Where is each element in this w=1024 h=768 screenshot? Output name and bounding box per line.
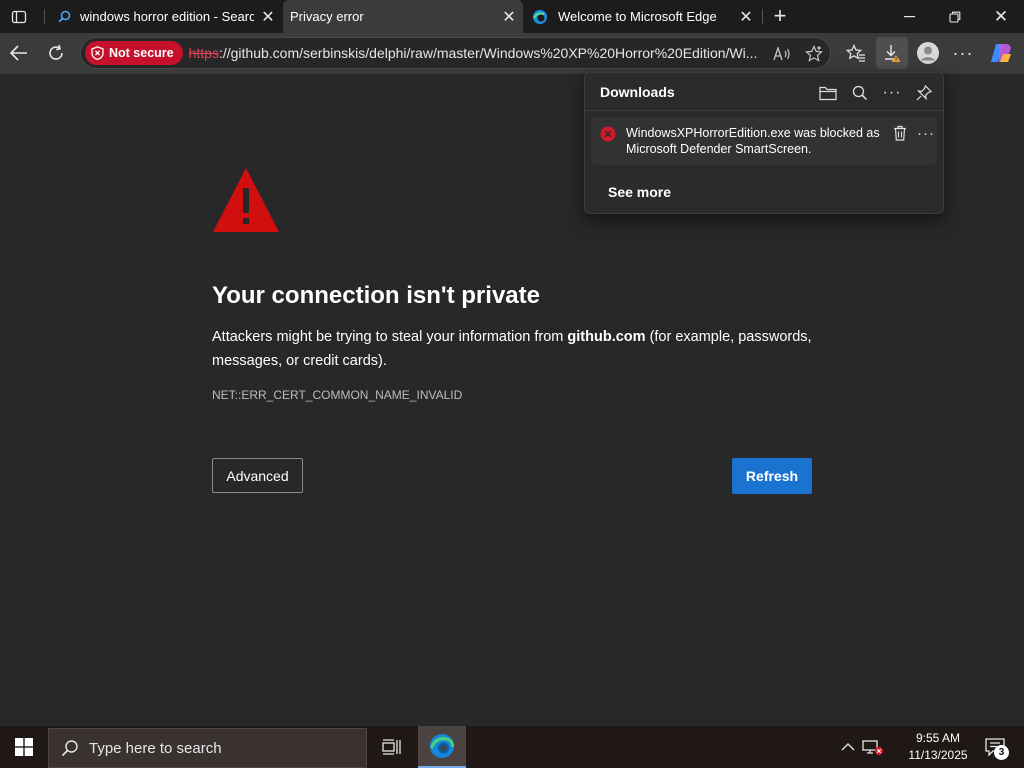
tab-separator: [762, 9, 763, 24]
address-bar[interactable]: Not secure https://github.com/serbinskis…: [80, 37, 831, 69]
page-description: Attackers might be trying to steal your …: [212, 325, 812, 373]
search-downloads-icon[interactable]: [848, 81, 872, 105]
favorites-icon[interactable]: [840, 37, 872, 69]
clock[interactable]: 9:55 AM 11/13/2025: [906, 730, 970, 764]
tab-strip: windows horror edition - Search ✕ Privac…: [0, 0, 1024, 33]
search-icon: [61, 739, 79, 757]
favorite-star-icon[interactable]: [803, 43, 825, 65]
minimize-icon[interactable]: [888, 0, 932, 33]
tab-label: Privacy error: [290, 9, 364, 24]
download-message-line2: Microsoft Defender SmartScreen.: [626, 142, 812, 156]
description-text: Attackers might be trying to steal your …: [212, 329, 568, 345]
downloads-title: Downloads: [600, 84, 675, 100]
task-view-icon[interactable]: [372, 726, 412, 768]
delete-icon[interactable]: [889, 122, 911, 144]
download-message: WindowsXPHorrorEdition.exe was blocked a…: [626, 125, 882, 157]
refresh-button[interactable]: Refresh: [732, 458, 812, 494]
copilot-icon[interactable]: [985, 37, 1017, 69]
tab-label: Welcome to Microsoft Edge: [558, 9, 717, 24]
new-tab-icon[interactable]: +: [768, 3, 792, 28]
show-hidden-icons-chevron-icon[interactable]: [838, 737, 858, 757]
divider: [585, 110, 943, 111]
windows-start-icon[interactable]: [0, 726, 48, 768]
read-aloud-icon[interactable]: [771, 43, 793, 65]
download-message-line1: WindowsXPHorrorEdition.exe was blocked a…: [626, 126, 882, 140]
taskbar-search-box[interactable]: Type here to search: [48, 728, 367, 768]
item-more-icon[interactable]: ···: [915, 122, 937, 144]
url-text[interactable]: https://github.com/serbinskis/delphi/raw…: [189, 45, 764, 61]
clock-date: 11/13/2025: [908, 748, 968, 762]
clock-time: 9:55 AM: [915, 731, 961, 745]
notifications-icon[interactable]: 3: [982, 737, 1010, 760]
tab-welcome-edge[interactable]: Welcome to Microsoft Edge ✕: [524, 0, 760, 33]
notification-count-badge: 3: [994, 745, 1009, 760]
search-placeholder: Type here to search: [89, 739, 222, 757]
taskbar: Type here to search 9:55 AM 11/13/2025 3: [0, 726, 1024, 768]
tab-actions-icon[interactable]: [8, 7, 30, 27]
not-secure-badge[interactable]: Not secure: [85, 41, 183, 65]
description-domain: github.com: [567, 329, 646, 345]
more-options-icon[interactable]: ···: [947, 37, 979, 69]
close-tab-icon[interactable]: ✕: [732, 7, 760, 27]
not-secure-label: Not secure: [109, 46, 174, 60]
page-title: Your connection isn't private: [212, 282, 540, 309]
downloads-more-icon[interactable]: ···: [880, 81, 904, 105]
error-code[interactable]: NET::ERR_CERT_COMMON_NAME_INVALID: [212, 388, 462, 402]
downloads-flyout: Downloads ··· WindowsXPHorrorEdition.exe…: [584, 72, 944, 214]
close-window-icon[interactable]: ✕: [978, 0, 1024, 33]
advanced-button[interactable]: Advanced: [212, 458, 303, 493]
network-disconnected-icon[interactable]: [861, 737, 885, 757]
see-more-link[interactable]: See more: [608, 184, 671, 200]
profile-avatar-icon[interactable]: [912, 37, 944, 69]
tab-label: windows horror edition - Search: [80, 9, 254, 24]
downloads-icon[interactable]: [876, 37, 908, 69]
url-scheme: https: [188, 45, 219, 61]
blocked-icon: [600, 126, 616, 142]
download-item[interactable]: WindowsXPHorrorEdition.exe was blocked a…: [591, 117, 937, 165]
tab-search[interactable]: windows horror edition - Search ✕: [48, 0, 282, 33]
tab-privacy-error[interactable]: Privacy error ✕: [283, 0, 523, 33]
search-icon: [52, 10, 76, 23]
shield-warning-icon: [91, 46, 104, 60]
close-tab-icon[interactable]: ✕: [254, 7, 282, 27]
restore-icon[interactable]: [933, 0, 977, 33]
close-tab-icon[interactable]: ✕: [495, 7, 523, 27]
open-folder-icon[interactable]: [816, 81, 840, 105]
tab-separator: [44, 9, 45, 24]
browser-toolbar: Not secure https://github.com/serbinskis…: [0, 33, 1024, 74]
edge-taskbar-icon[interactable]: [418, 726, 466, 768]
pin-icon[interactable]: [912, 81, 936, 105]
back-icon[interactable]: [3, 37, 35, 69]
refresh-icon[interactable]: [40, 37, 72, 69]
url-rest: ://github.com/serbinskis/delphi/raw/mast…: [218, 45, 758, 61]
warning-triangle-icon: [212, 166, 280, 234]
edge-icon: [528, 9, 552, 25]
